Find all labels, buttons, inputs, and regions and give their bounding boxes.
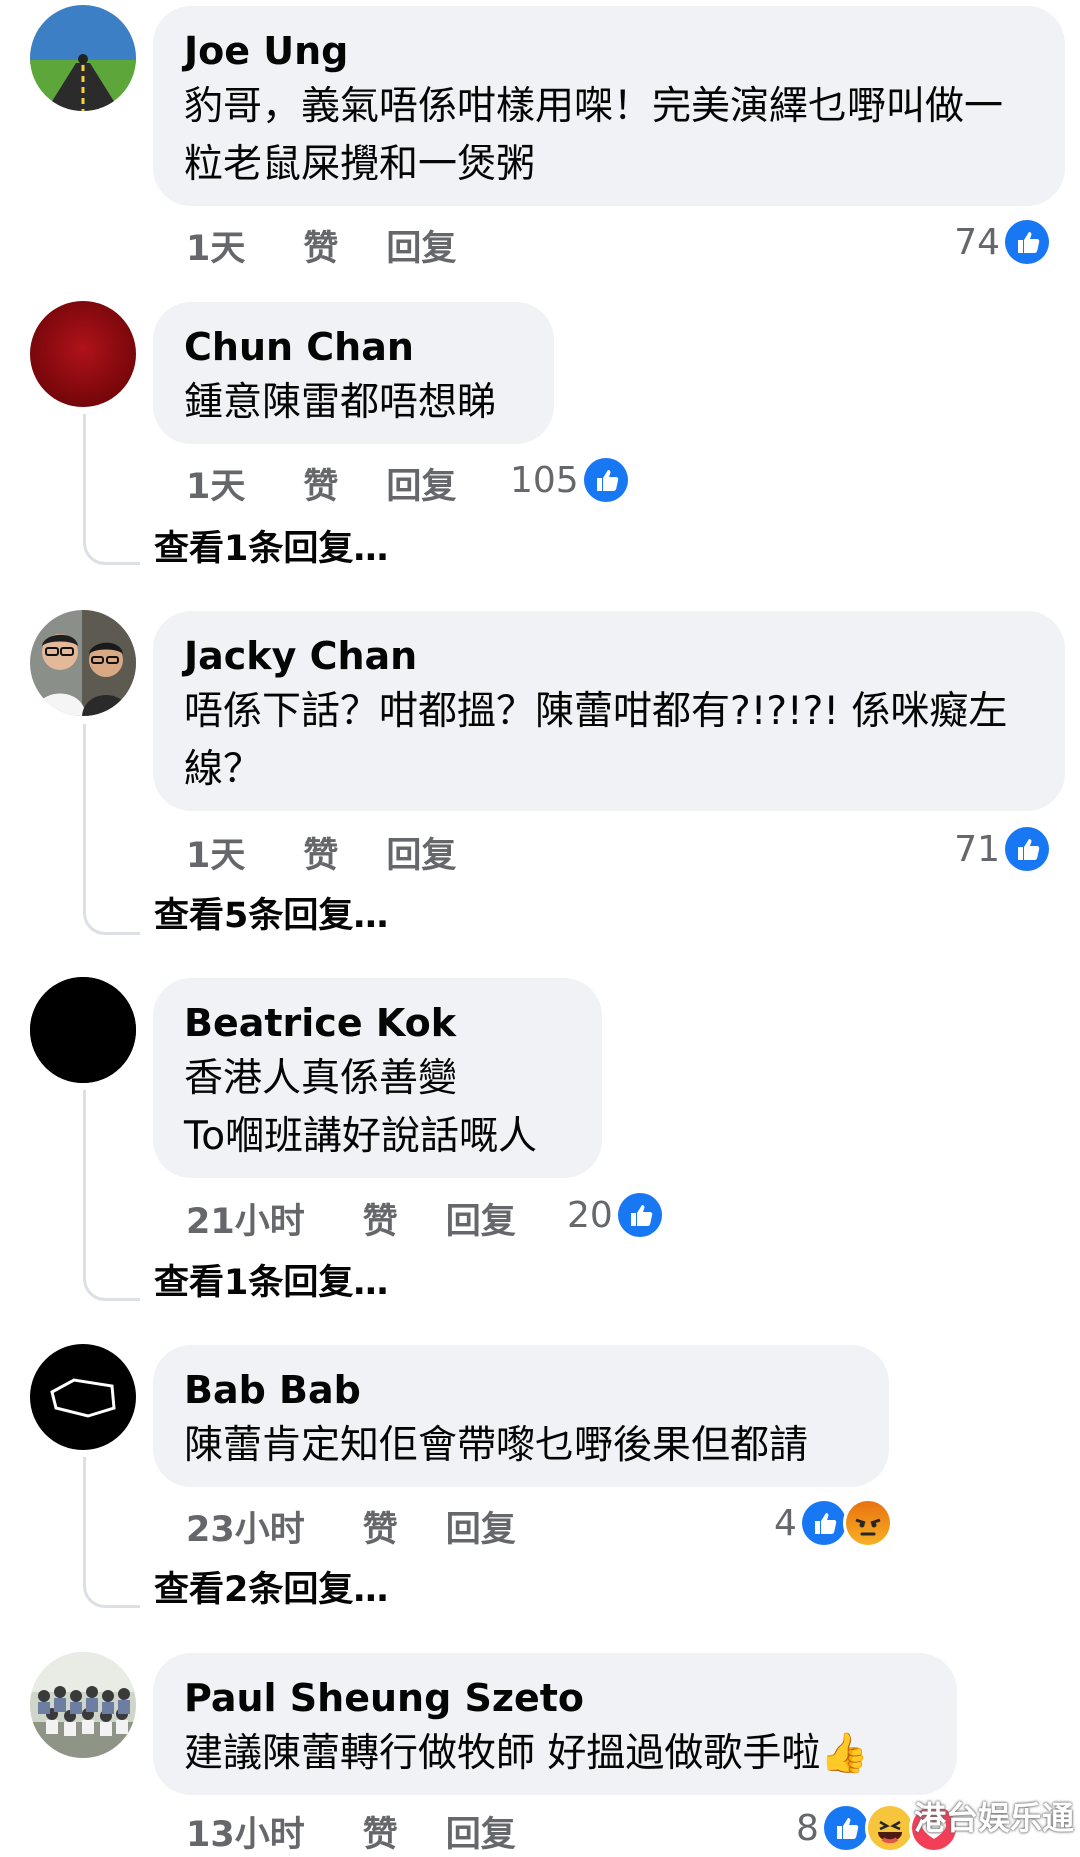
like-reaction-icon <box>1002 217 1052 267</box>
view-more-replies-link[interactable]: 查看5条回复… <box>154 891 388 941</box>
comment-text: 陳蕾肯定知佢會帶嚟乜嘢後果但都請 <box>184 1423 809 1468</box>
haha-reaction-icon <box>864 1803 915 1853</box>
like-button[interactable]: 赞 <box>303 458 338 509</box>
comment-author[interactable]: Chun Chan <box>184 320 524 374</box>
angry-reaction-icon <box>842 1498 893 1548</box>
avatar[interactable] <box>30 610 136 716</box>
red-circle-avatar-image <box>30 301 136 407</box>
comment-actions: 1天 赞 回复 <box>186 827 456 877</box>
comment-author[interactable]: Joe Ung <box>184 24 1035 78</box>
like-reaction-icon <box>798 1498 849 1548</box>
reaction-count: 8 <box>796 1807 819 1849</box>
reply-button[interactable]: 回复 <box>386 458 456 509</box>
like-button[interactable]: 赞 <box>303 827 338 878</box>
like-reaction-icon <box>580 455 631 505</box>
thread-line <box>83 724 140 935</box>
comment-age[interactable]: 1天 <box>186 220 245 271</box>
like-button[interactable]: 赞 <box>363 1501 398 1552</box>
watermark: 港台娱乐通 <box>913 1799 1074 1837</box>
view-more-replies-link[interactable]: 查看1条回复… <box>154 524 388 574</box>
comment-bubble: Jacky Chan 唔係下話？咁都搵？陳蕾咁都有?!?!?! 係咪癡左線？ <box>153 611 1065 811</box>
reaction-count: 105 <box>510 459 579 501</box>
comment-author[interactable]: Paul Sheung Szeto <box>184 1671 927 1725</box>
reaction-count: 20 <box>567 1194 613 1236</box>
reaction-summary[interactable]: 20 <box>567 1190 665 1240</box>
like-button[interactable]: 赞 <box>363 1193 398 1244</box>
comment-bubble: Chun Chan 鍾意陳雷都唔想睇 <box>153 302 554 444</box>
view-more-replies-link[interactable]: 查看1条回复… <box>154 1258 388 1308</box>
reaction-count: 74 <box>954 221 1000 263</box>
reaction-summary[interactable]: 71 <box>954 824 1052 874</box>
black-hexagon-avatar-image <box>30 1344 136 1450</box>
avatar[interactable] <box>30 5 136 111</box>
comment-age[interactable]: 1天 <box>186 827 245 878</box>
comment-actions: 1天 赞 回复 <box>186 220 456 270</box>
comment-actions: 1天 赞 回复 <box>186 458 456 508</box>
comment-author[interactable]: Bab Bab <box>184 1363 859 1417</box>
reaction-count: 4 <box>774 1502 797 1544</box>
black-circle-avatar-image <box>30 977 136 1083</box>
comment-bubble: Paul Sheung Szeto 建議陳蕾轉行做牧師 好搵過做歌手啦👍 <box>153 1653 957 1795</box>
comment-actions: 23小时 赞 回复 <box>186 1501 516 1551</box>
comment-text: 香港人真係善變 To嗰班講好說話嘅人 <box>184 1056 538 1159</box>
comment-text: 建議陳蕾轉行做牧師 好搵過做歌手啦👍 <box>184 1731 869 1776</box>
comment-text: 鍾意陳雷都唔想睇 <box>184 380 497 425</box>
thread-line <box>83 1457 140 1608</box>
comment-actions: 13小时 赞 回复 <box>186 1806 516 1856</box>
comment-text: 唔係下話？咁都搵？陳蕾咁都有?!?!?! 係咪癡左線？ <box>184 689 1008 792</box>
reply-button[interactable]: 回复 <box>386 827 456 878</box>
comment-bubble: Joe Ung 豹哥，義氣唔係咁樣用㗎！完美演繹乜嘢叫做一粒老鼠屎攪和一煲粥 <box>153 6 1065 206</box>
avatar[interactable] <box>30 1344 136 1450</box>
two-people-photo-avatar-image <box>30 610 136 716</box>
comment-age[interactable]: 1天 <box>186 458 245 509</box>
group-photo-avatar-image <box>30 1652 136 1758</box>
comment-author[interactable]: Jacky Chan <box>184 629 1035 683</box>
reply-button[interactable]: 回复 <box>446 1193 516 1244</box>
road-landscape-avatar-image <box>30 5 136 111</box>
like-reaction-icon <box>614 1190 665 1240</box>
view-more-replies-link[interactable]: 查看2条回复… <box>154 1565 388 1615</box>
reaction-summary[interactable]: 105 <box>510 455 631 505</box>
reply-button[interactable]: 回复 <box>446 1501 516 1552</box>
like-button[interactable]: 赞 <box>303 220 338 271</box>
comment-author[interactable]: Beatrice Kok <box>184 996 572 1050</box>
avatar[interactable] <box>30 977 136 1083</box>
comment-age[interactable]: 13小时 <box>186 1806 305 1857</box>
comment-bubble: Bab Bab 陳蕾肯定知佢會帶嚟乜嘢後果但都請 <box>153 1345 889 1487</box>
reply-button[interactable]: 回复 <box>386 220 456 271</box>
comment-age[interactable]: 23小时 <box>186 1501 305 1552</box>
comment-actions: 21小时 赞 回复 <box>186 1193 516 1243</box>
reaction-count: 71 <box>954 828 1000 870</box>
comment-text: 豹哥，義氣唔係咁樣用㗎！完美演繹乜嘢叫做一粒老鼠屎攪和一煲粥 <box>184 84 1004 187</box>
comment-age[interactable]: 21小时 <box>186 1193 305 1244</box>
comment-bubble: Beatrice Kok 香港人真係善變 To嗰班講好說話嘅人 <box>153 978 602 1178</box>
thread-line <box>83 414 140 565</box>
like-reaction-icon <box>820 1803 871 1853</box>
thread-line <box>83 1090 140 1301</box>
reply-button[interactable]: 回复 <box>446 1806 516 1857</box>
avatar[interactable] <box>30 1652 136 1758</box>
avatar[interactable] <box>30 301 136 407</box>
like-button[interactable]: 赞 <box>363 1806 398 1857</box>
reaction-summary[interactable]: 4 <box>774 1498 893 1548</box>
reaction-summary[interactable]: 74 <box>954 217 1052 267</box>
like-reaction-icon <box>1002 824 1052 874</box>
